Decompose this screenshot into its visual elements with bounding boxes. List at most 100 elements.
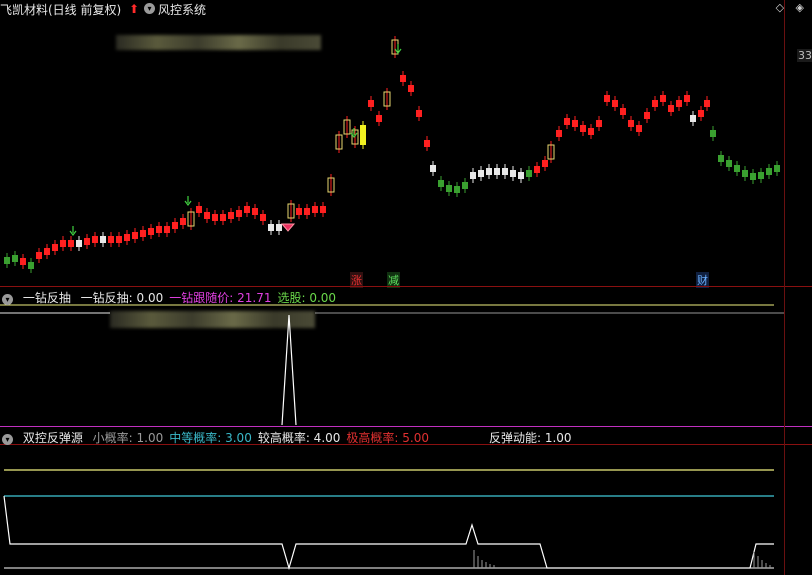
candle <box>376 115 382 122</box>
candle <box>228 212 234 219</box>
candle <box>510 170 516 177</box>
candle <box>668 105 674 112</box>
candle <box>494 168 500 175</box>
candle <box>572 120 578 127</box>
chevron-down-icon[interactable]: ▾ <box>2 294 13 305</box>
candle <box>726 160 732 167</box>
candle <box>636 125 642 132</box>
candle <box>588 128 594 135</box>
candle-group <box>4 36 780 273</box>
candle <box>690 115 696 122</box>
candle <box>750 173 756 180</box>
candle <box>204 212 210 219</box>
candle <box>148 228 154 235</box>
candle <box>100 236 106 243</box>
candle <box>36 252 42 259</box>
indicator-1-value-0: 一钻反抽: 0.00 <box>80 291 164 305</box>
indicator-2-value-1: 中等概率: 3.00 <box>169 431 252 445</box>
candle <box>710 130 716 137</box>
candle <box>132 232 138 239</box>
candle <box>220 214 226 221</box>
candle <box>304 208 310 215</box>
candle <box>360 125 366 145</box>
axis-divider <box>784 0 785 575</box>
indicator-2-value-3: 极高概率: 5.00 <box>346 431 429 445</box>
indicator-1-header: ▾ 一钻反抽 一钻反抽: 0.00 一钻跟随价: 21.71 选股: 0.00 <box>2 289 348 306</box>
candle <box>268 224 274 231</box>
volume-bars <box>473 550 771 568</box>
arrow-down-icon <box>69 44 402 236</box>
candle <box>652 100 658 107</box>
candle <box>430 165 436 172</box>
candle <box>20 258 26 265</box>
candle <box>4 257 10 264</box>
rebound-line <box>3 495 774 571</box>
candle <box>704 100 710 107</box>
candle <box>478 170 484 177</box>
candle <box>486 168 492 175</box>
candle <box>424 140 430 147</box>
price-axis-label: 33 <box>797 49 812 62</box>
candle <box>368 100 374 107</box>
candle <box>28 262 34 269</box>
candle <box>580 125 586 132</box>
candle <box>758 172 764 179</box>
candle <box>446 185 452 192</box>
candle <box>676 100 682 107</box>
candle <box>620 108 626 115</box>
candle <box>60 240 66 247</box>
candle <box>44 248 50 255</box>
candle <box>438 180 444 187</box>
candle <box>68 240 74 247</box>
candle <box>408 85 414 92</box>
candle <box>140 230 146 237</box>
indicator-2-value-2: 较高概率: 4.00 <box>257 431 341 445</box>
candle <box>518 172 524 179</box>
candle <box>628 120 634 127</box>
candle <box>734 165 740 172</box>
indicator-2-name[interactable]: 双控反弹源 <box>23 431 83 445</box>
candle <box>312 206 318 213</box>
candle <box>244 206 250 213</box>
panel-divider <box>0 426 812 427</box>
candle <box>108 236 114 243</box>
candlestick-chart[interactable] <box>0 0 812 575</box>
candle <box>252 208 258 215</box>
candle <box>84 238 90 245</box>
diamond-icon <box>280 223 296 232</box>
candle <box>276 224 282 231</box>
candle <box>698 110 704 117</box>
candle <box>766 168 772 175</box>
candle <box>604 95 610 102</box>
candle <box>462 182 468 189</box>
candle <box>180 218 186 225</box>
candle <box>718 155 724 162</box>
candle <box>644 112 650 119</box>
candle <box>454 186 460 193</box>
candle <box>236 210 242 217</box>
candle <box>116 236 122 243</box>
candle <box>416 110 422 117</box>
candle <box>124 234 130 241</box>
candle <box>612 100 618 107</box>
candle <box>526 170 532 177</box>
spike-line <box>281 314 297 426</box>
candle <box>212 214 218 221</box>
candle <box>260 214 266 221</box>
indicator-2-value-0: 小概率: 1.00 <box>92 431 164 445</box>
candle <box>774 165 780 172</box>
candle <box>12 255 18 262</box>
chevron-down-icon[interactable]: ▾ <box>2 434 13 445</box>
candle <box>92 236 98 243</box>
panel-divider <box>0 286 812 287</box>
candle <box>52 244 58 251</box>
indicator-2-value-4: 反弹动能: 1.00 <box>488 431 572 445</box>
candle <box>684 95 690 102</box>
candle <box>164 226 170 233</box>
candle <box>556 130 562 137</box>
candle <box>76 240 82 247</box>
candle <box>196 206 202 213</box>
candle <box>400 75 406 82</box>
indicator-1-name[interactable]: 一钻反抽 <box>23 291 71 305</box>
indicator-2-header: ▾ 双控反弹源 小概率: 1.00 中等概率: 3.00 较高概率: 4.00 极高概… <box>2 429 584 446</box>
